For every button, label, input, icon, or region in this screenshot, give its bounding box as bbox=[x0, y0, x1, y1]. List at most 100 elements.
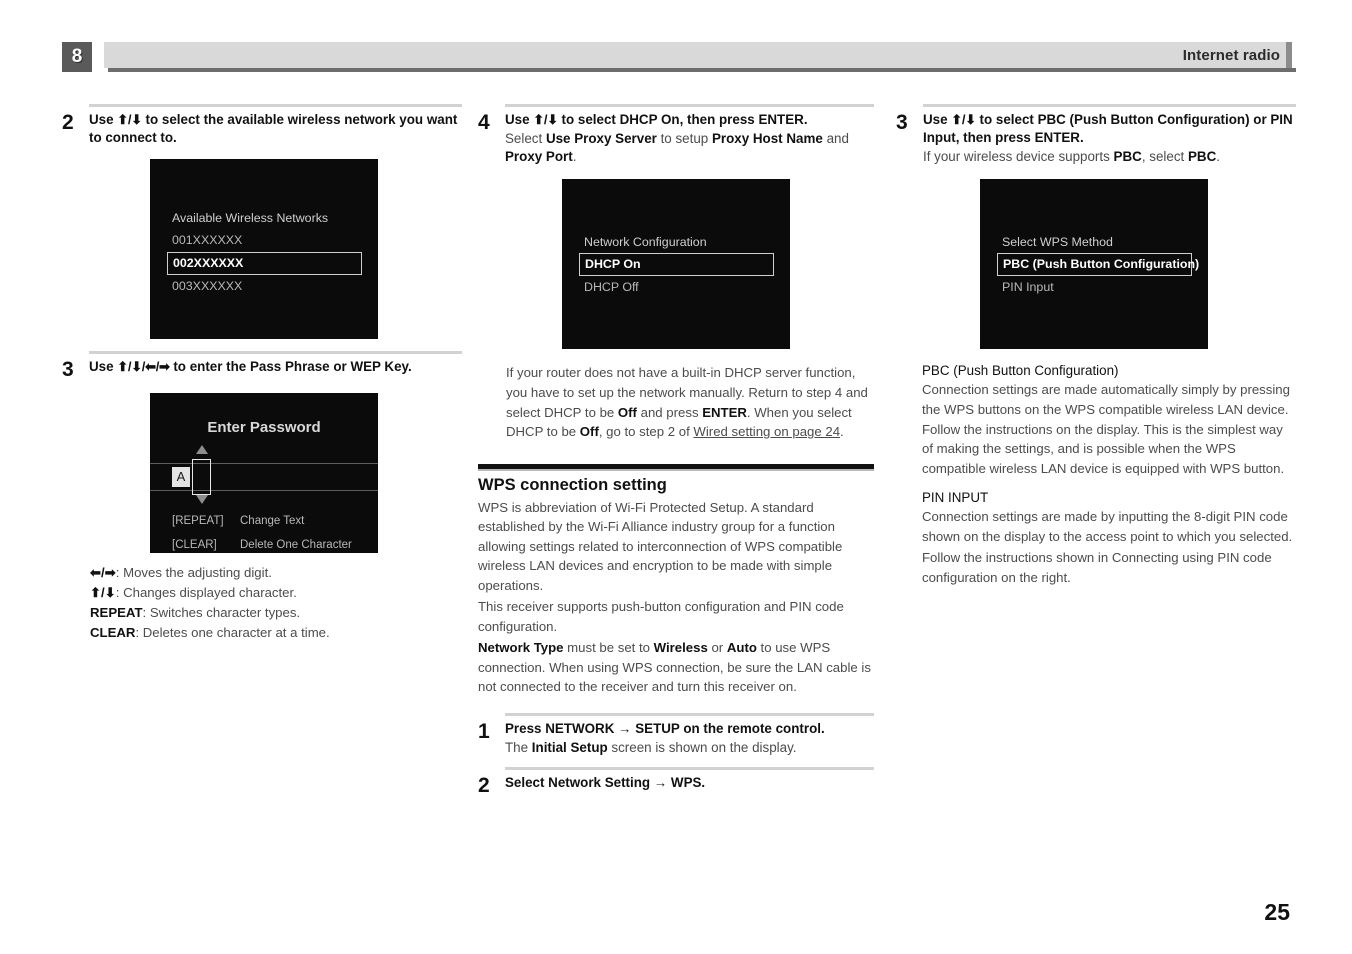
sub-text-2: to setup bbox=[656, 130, 712, 146]
key-legend-row: REPEAT: Switches character types. bbox=[90, 603, 462, 623]
osd-list-item-dhcp-off[interactable]: DHCP Off bbox=[562, 276, 790, 299]
osd-legend-row: [CLEAR] Delete One Character bbox=[172, 533, 352, 557]
step-lead-post: to select PBC (Push Button Configuration… bbox=[923, 112, 1293, 145]
osd-list-item-1[interactable]: 001XXXXXX bbox=[150, 229, 378, 252]
step-number: 1 bbox=[478, 719, 490, 743]
column-3: 3 Use ⬆/⬇ to select PBC (Push Button Con… bbox=[896, 104, 1296, 587]
updown-arrow-icon: ⬆/⬇ bbox=[951, 112, 976, 127]
page-header: 8 Internet radio bbox=[62, 42, 1296, 72]
key-legend-key-repeat: REPEAT bbox=[90, 604, 143, 620]
term-use-proxy-server: Use Proxy Server bbox=[545, 130, 657, 146]
pbc-description-block: PBC (Push Button Configuration) Connecti… bbox=[922, 363, 1296, 587]
osd-list-title: Available Wireless Networks bbox=[172, 210, 329, 225]
osd-legend-action: Change Text bbox=[240, 514, 305, 527]
step-lead-post: to select the available wireless network… bbox=[89, 112, 458, 145]
step-number: 3 bbox=[896, 111, 908, 134]
key-legend-row: ⬅/➡: Moves the adjusting digit. bbox=[90, 563, 462, 583]
osd-select-wps-method: Select WPS Method PBC (Push Button Confi… bbox=[980, 179, 1208, 350]
sub-text-3: . bbox=[1216, 148, 1220, 164]
key-legend-row: CLEAR: Deletes one character at a time. bbox=[90, 623, 462, 643]
header-end-cap bbox=[1286, 42, 1292, 68]
field-bottom-rule bbox=[150, 489, 378, 491]
step-number: 4 bbox=[478, 111, 490, 134]
term-off-2: Off bbox=[579, 424, 599, 440]
step-lead-pre: Use bbox=[89, 358, 118, 374]
step-lead: Select Network Setting → WPS. bbox=[505, 774, 706, 790]
step-text: Use ⬆/⬇/⬅/➡ to enter the Pass Phrase or … bbox=[89, 358, 462, 381]
key-legend-text: : Deletes one character at a time. bbox=[135, 624, 330, 640]
osd-network-configuration: Network Configuration DHCP On DHCP Off bbox=[562, 179, 790, 350]
dpad-arrows-icon: ⬆/⬇/⬅/➡ bbox=[117, 358, 170, 374]
term-wireless: Wireless bbox=[653, 640, 708, 656]
osd-list-item-dhcp-on-selected[interactable]: DHCP On bbox=[579, 253, 774, 277]
header-bar-shadow bbox=[108, 68, 1296, 72]
step-4-dhcp: 4 Use ⬆/⬇ to select DHCP On, then press … bbox=[478, 104, 874, 165]
osd-list-item-pin-input[interactable]: PIN Input bbox=[980, 276, 1208, 299]
osd-cursor-box bbox=[192, 458, 211, 495]
remote-key-legend: ⬅/➡: Moves the adjusting digit. ⬆/⬇: Cha… bbox=[90, 563, 462, 643]
updown-arrow-icon: ⬆/⬇ bbox=[117, 112, 142, 127]
step-lead-pre: Use bbox=[89, 112, 118, 127]
step-3-pass-phrase: 3 Use ⬆/⬇/⬅/➡ to enter the Pass Phrase o… bbox=[62, 350, 462, 381]
manual-page: 8 Internet radio 2 Use ⬆/⬇ to select the… bbox=[0, 0, 1352, 954]
wps-paragraph-3: Network Type must be set to Wireless or … bbox=[478, 638, 874, 697]
osd-list-item-pbc-selected[interactable]: PBC (Push Button Configuration) bbox=[997, 253, 1199, 277]
step-number: 2 bbox=[478, 773, 490, 797]
term-enter: ENTER bbox=[702, 404, 747, 420]
sub-text-4: . bbox=[572, 148, 577, 164]
term-proxy-host-name: Proxy Host Name bbox=[711, 130, 823, 146]
dhcp-note: If your router does not have a built-in … bbox=[506, 363, 874, 441]
osd-list-title: Network Configuration bbox=[584, 235, 707, 250]
wps-p3-t1: must be set to bbox=[563, 640, 654, 656]
step-lead-pre: Use bbox=[923, 112, 952, 127]
sub-text-1: Select bbox=[505, 130, 546, 146]
pin-input-body-1: Connection settings are made by inputtin… bbox=[922, 509, 1293, 544]
sub-text-1: If your wireless device supports bbox=[923, 148, 1114, 164]
key-legend-text: : Moves the adjusting digit. bbox=[115, 564, 272, 580]
step-text: Use ⬆/⬇ to select DHCP On, then press EN… bbox=[505, 111, 874, 165]
note-text-5: . bbox=[840, 424, 844, 440]
osd-list-item-2-selected[interactable]: 002XXXXXX bbox=[167, 251, 362, 275]
triangle-up-icon bbox=[196, 444, 208, 454]
osd-legend-key: [REPEAT] bbox=[172, 514, 224, 527]
updown-arrow-icon: ⬆/⬇ bbox=[533, 112, 558, 127]
wps-step-2: 2 Select Network Setting → WPS. bbox=[478, 766, 874, 797]
leftright-arrow-icon: ⬅/➡ bbox=[90, 564, 116, 580]
term-off-1: Off bbox=[617, 404, 637, 420]
pbc-body: Connection settings are made automatical… bbox=[922, 382, 1290, 476]
pbc-heading: PBC (Push Button Configuration) bbox=[922, 363, 1119, 379]
updown-arrow-icon: ⬆/⬇ bbox=[90, 584, 116, 600]
key-legend-row: ⬆/⬇: Changes displayed character. bbox=[90, 583, 462, 603]
section-title: Internet radio bbox=[1182, 46, 1280, 64]
osd-list-item-3[interactable]: 003XXXXXX bbox=[150, 275, 378, 298]
osd-password-field[interactable]: A bbox=[150, 458, 378, 495]
term-pbc-2: PBC bbox=[1187, 148, 1217, 164]
step-text: Press NETWORK → SETUP on the remote cont… bbox=[505, 720, 874, 757]
step-subtext: If your wireless device supports PBC, se… bbox=[923, 148, 1296, 166]
wps-section-title: WPS connection setting bbox=[478, 475, 667, 494]
key-legend-text: : Switches character types. bbox=[142, 604, 301, 620]
step-3-wps-method: 3 Use ⬆/⬇ to select PBC (Push Button Con… bbox=[896, 104, 1296, 165]
osd-legend-row: [REPEAT] Change Text bbox=[172, 509, 352, 533]
step-lead-post: to enter the Pass Phrase or WEP Key. bbox=[169, 358, 412, 374]
page-number: 25 bbox=[1264, 899, 1290, 925]
osd-legend-action: Delete One Character bbox=[240, 538, 352, 551]
step-text: Use ⬆/⬇ to select PBC (Push Button Confi… bbox=[923, 111, 1296, 165]
wps-p3-t2: or bbox=[707, 640, 727, 656]
key-legend-text: : Changes displayed character. bbox=[115, 584, 297, 600]
step-lead: Press NETWORK → SETUP on the remote cont… bbox=[505, 720, 825, 736]
note-text-2: and press bbox=[636, 404, 703, 420]
step-subtext: The Initial Setup screen is shown on the… bbox=[505, 739, 874, 757]
osd-enter-password: Enter Password A [REPEAT] Change Text [C… bbox=[150, 392, 378, 553]
term-pbc-1: PBC bbox=[1113, 148, 1142, 164]
sub-text-2: , select bbox=[1141, 148, 1188, 164]
sub-text-2: screen is shown on the display. bbox=[607, 739, 797, 755]
section-rule-thin bbox=[478, 468, 874, 471]
osd-available-wireless-networks: Available Wireless Networks 001XXXXXX 00… bbox=[150, 158, 378, 339]
triangle-down-icon bbox=[196, 494, 208, 504]
pin-input-body-2: Follow the instructions shown in Connect… bbox=[922, 550, 1272, 585]
key-legend-key-clear: CLEAR bbox=[90, 624, 136, 640]
step-subtext: Select Use Proxy Server to setup Proxy H… bbox=[505, 130, 874, 166]
term-proxy-port: Proxy Port bbox=[505, 148, 573, 164]
cross-reference-link[interactable]: Wired setting on page 24 bbox=[693, 424, 840, 439]
